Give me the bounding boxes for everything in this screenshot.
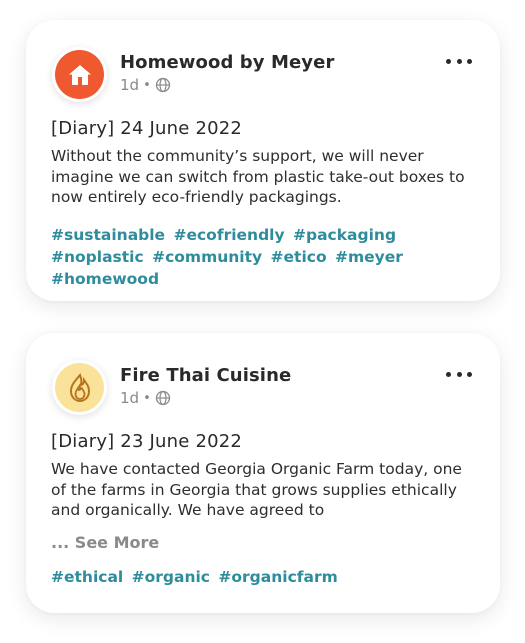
- avatar[interactable]: [52, 47, 107, 102]
- more-options-button[interactable]: [446, 54, 472, 68]
- see-more-link[interactable]: ... See More: [51, 533, 159, 552]
- hashtag-link[interactable]: #ecofriendly: [173, 226, 284, 244]
- post-card: Fire Thai Cuisine 1d • [Diary] 23 June 2…: [26, 333, 500, 613]
- author-name[interactable]: Fire Thai Cuisine: [120, 365, 291, 386]
- avatar-badge: [55, 50, 104, 99]
- post-title: [Diary] 24 June 2022: [51, 118, 243, 139]
- avatar-badge: [55, 363, 104, 412]
- author-name[interactable]: Homewood by Meyer: [120, 52, 334, 73]
- hashtag-link[interactable]: #sustainable: [51, 226, 165, 244]
- post-tags: #sustainable #ecofriendly #packaging #no…: [51, 224, 483, 290]
- more-dot-icon: [446, 371, 451, 377]
- more-dot-icon: [446, 58, 451, 64]
- more-dot-icon: [467, 371, 472, 377]
- post-tags: #ethical #organic #organicfarm: [51, 566, 483, 588]
- flame-icon: [69, 372, 90, 402]
- hashtag-link[interactable]: #community: [152, 248, 262, 266]
- more-dot-icon: [456, 58, 462, 64]
- hashtag-link[interactable]: #organic: [132, 568, 210, 586]
- post-meta: 1d •: [120, 76, 171, 94]
- meta-separator: •: [143, 77, 151, 93]
- hashtag-link[interactable]: #etico: [271, 248, 327, 266]
- post-title: [Diary] 23 June 2022: [51, 431, 243, 452]
- post-card: Homewood by Meyer 1d • [Diary] 24 June 2…: [26, 20, 500, 301]
- more-dot-icon: [456, 371, 462, 377]
- post-body: Without the community’s support, we will…: [51, 147, 465, 206]
- hashtag-link[interactable]: #noplastic: [51, 248, 144, 266]
- globe-icon: [155, 390, 170, 406]
- hashtag-link[interactable]: #meyer: [335, 248, 403, 266]
- globe-icon: [155, 77, 170, 93]
- meta-separator: •: [143, 390, 151, 406]
- post-meta: 1d •: [120, 389, 171, 407]
- more-options-button[interactable]: [446, 367, 472, 381]
- house-icon: [68, 64, 91, 85]
- more-dot-icon: [467, 58, 472, 64]
- post-age: 1d: [120, 389, 140, 407]
- hashtag-link[interactable]: #homewood: [51, 270, 159, 288]
- hashtag-link[interactable]: #ethical: [51, 568, 123, 586]
- post-body: We have contacted Georgia Organic Farm t…: [51, 460, 462, 519]
- hashtag-link[interactable]: #organicfarm: [218, 568, 337, 586]
- post-header: Homewood by Meyer 1d •: [51, 20, 472, 106]
- avatar[interactable]: [52, 360, 107, 415]
- post-feed: Homewood by Meyer 1d • [Diary] 24 June 2…: [0, 0, 525, 643]
- post-age: 1d: [120, 76, 140, 94]
- post-header: Fire Thai Cuisine 1d •: [51, 333, 472, 419]
- hashtag-link[interactable]: #packaging: [293, 226, 396, 244]
